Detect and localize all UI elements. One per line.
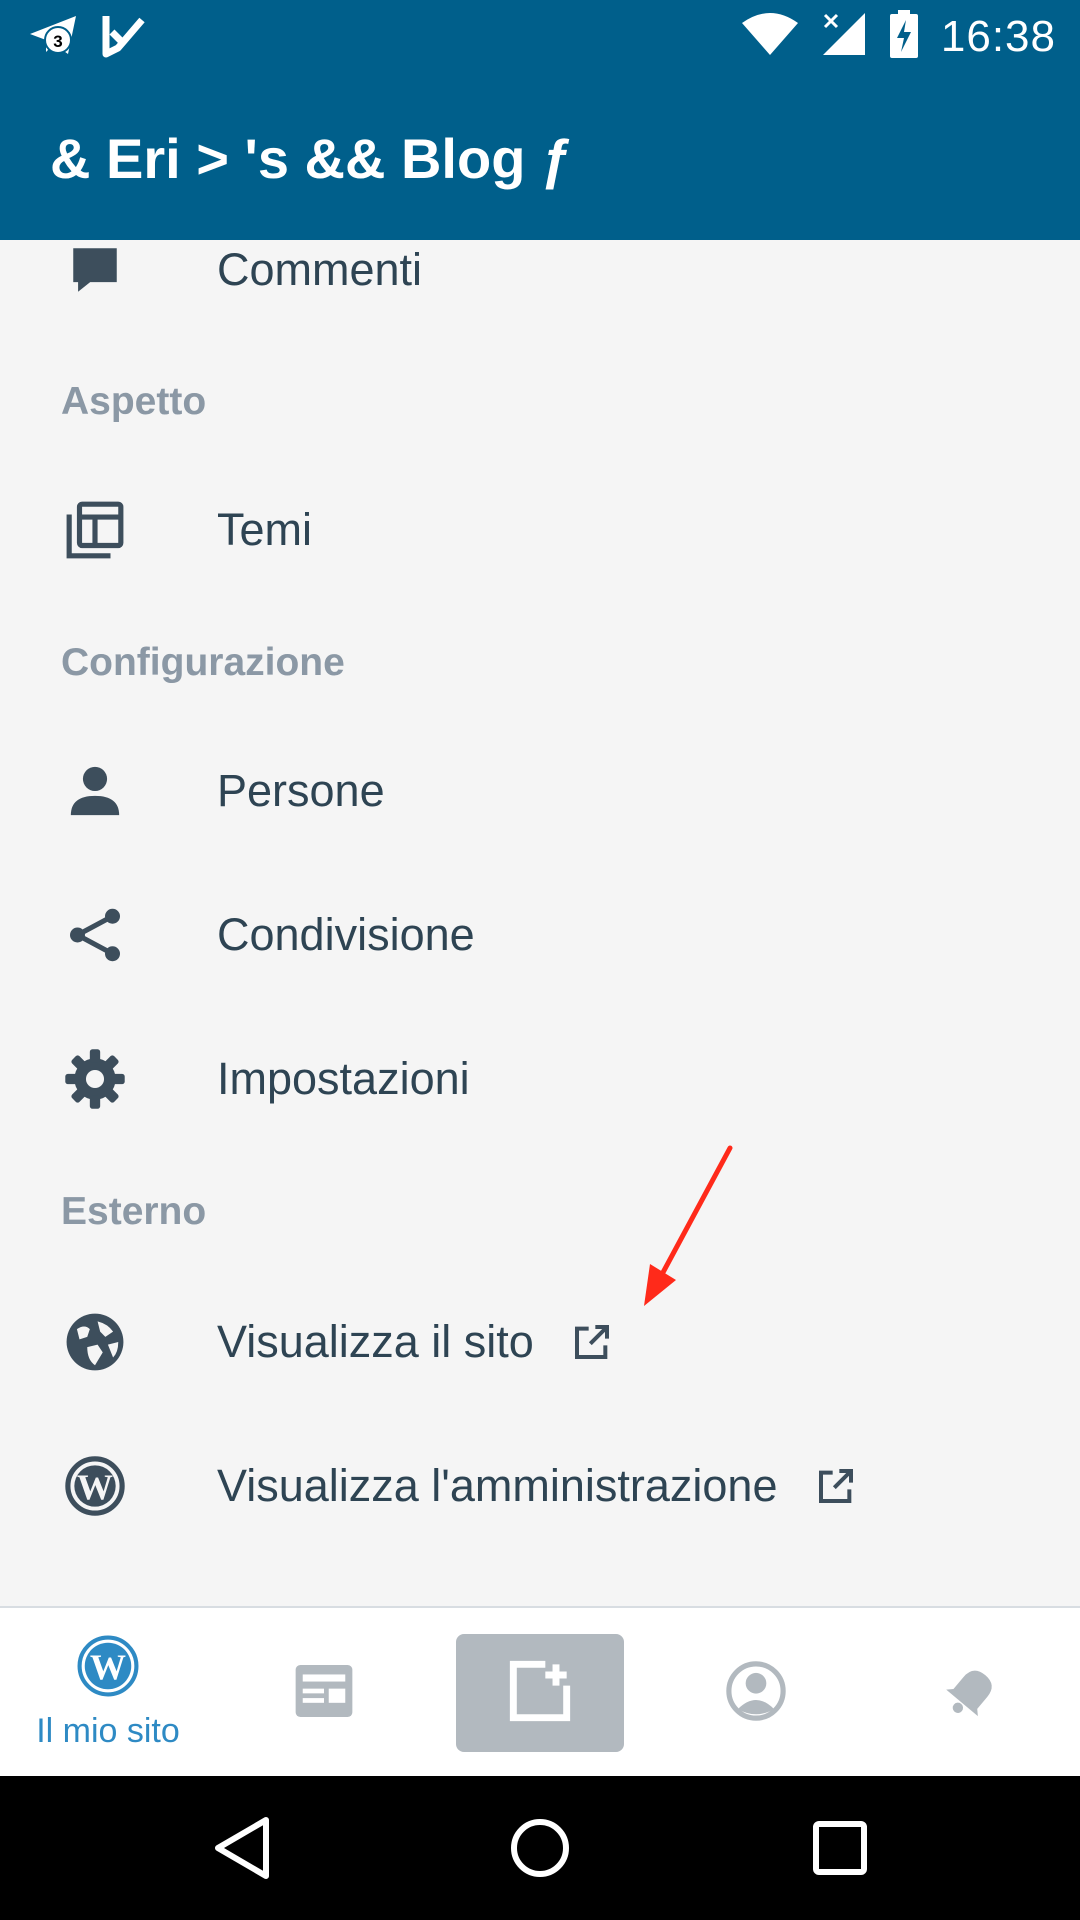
site-menu-list[interactable]: Commenti Aspetto Temi Configurazione Per… bbox=[0, 240, 1080, 1606]
menu-item-themes[interactable]: Temi bbox=[0, 465, 1080, 595]
profile-icon bbox=[725, 1660, 787, 1727]
recents-icon[interactable] bbox=[798, 1806, 882, 1890]
section-header-configurazione: Configurazione bbox=[61, 641, 345, 684]
nav-new-post[interactable] bbox=[456, 1634, 624, 1752]
menu-label-settings: Impostazioni bbox=[217, 1053, 470, 1104]
wordpress-icon: W bbox=[77, 1635, 139, 1702]
menu-item-people[interactable]: Persone bbox=[0, 726, 1080, 856]
checkmark-icon bbox=[102, 14, 146, 63]
menu-label-view-admin-wrap: Visualizza l'amministrazione bbox=[217, 1460, 856, 1512]
system-nav-bar bbox=[0, 1776, 1080, 1920]
signal-off-icon bbox=[821, 11, 867, 62]
menu-item-view-admin[interactable]: W Visualizza l'amministrazione bbox=[0, 1421, 1080, 1551]
menu-item-settings[interactable]: Impostazioni bbox=[0, 1014, 1080, 1144]
telegram-icon: 3 bbox=[28, 12, 82, 65]
status-time: 16:38 bbox=[940, 11, 1056, 61]
new-post-icon bbox=[508, 1659, 572, 1728]
app-bar: 3 16:38 & Eri > 's && Blog ƒ bbox=[0, 0, 1080, 240]
battery-charging-icon bbox=[889, 10, 919, 63]
notification-badge: 3 bbox=[53, 32, 62, 51]
menu-item-comments[interactable]: Commenti bbox=[0, 240, 1080, 335]
back-icon[interactable] bbox=[200, 1806, 284, 1890]
external-link-icon bbox=[816, 1465, 856, 1505]
menu-label-people: Persone bbox=[217, 765, 385, 816]
site-title: & Eri > 's && Blog ƒ bbox=[50, 127, 573, 190]
menu-label-view-site-wrap: Visualizza il sito bbox=[217, 1316, 612, 1368]
menu-item-sharing[interactable]: Condivisione bbox=[0, 870, 1080, 1000]
globe-icon bbox=[62, 1309, 128, 1375]
menu-label-view-admin: Visualizza l'amministrazione bbox=[217, 1460, 778, 1511]
external-link-icon bbox=[572, 1321, 612, 1361]
menu-label-view-site: Visualizza il sito bbox=[217, 1316, 534, 1367]
reader-icon bbox=[295, 1664, 353, 1722]
section-header-aspetto: Aspetto bbox=[61, 380, 207, 423]
bottom-nav: W Il mio sito bbox=[0, 1606, 1080, 1776]
home-icon[interactable] bbox=[498, 1806, 582, 1890]
person-icon bbox=[62, 758, 128, 824]
menu-item-view-site[interactable]: Visualizza il sito bbox=[0, 1277, 1080, 1407]
share-icon bbox=[62, 902, 128, 968]
menu-label-sharing: Condivisione bbox=[217, 909, 475, 960]
nav-label-my-site: Il mio sito bbox=[36, 1712, 180, 1750]
nav-my-site[interactable]: W Il mio sito bbox=[0, 1608, 216, 1778]
nav-profile[interactable] bbox=[648, 1608, 864, 1778]
notifications-icon bbox=[941, 1660, 1003, 1727]
wordpress-icon: W bbox=[62, 1453, 128, 1519]
wifi-icon bbox=[741, 11, 799, 62]
nav-reader[interactable] bbox=[216, 1608, 432, 1778]
section-header-esterno: Esterno bbox=[61, 1190, 207, 1233]
nav-notifications[interactable] bbox=[864, 1608, 1080, 1778]
gear-icon bbox=[62, 1046, 128, 1112]
menu-label-comments: Commenti bbox=[217, 244, 423, 295]
menu-label-themes: Temi bbox=[217, 504, 313, 555]
comment-icon bbox=[62, 240, 128, 303]
svg-text:W: W bbox=[77, 1467, 113, 1507]
status-bar: 3 16:38 bbox=[0, 0, 1080, 75]
svg-text:W: W bbox=[90, 1647, 126, 1687]
themes-icon bbox=[62, 497, 128, 563]
